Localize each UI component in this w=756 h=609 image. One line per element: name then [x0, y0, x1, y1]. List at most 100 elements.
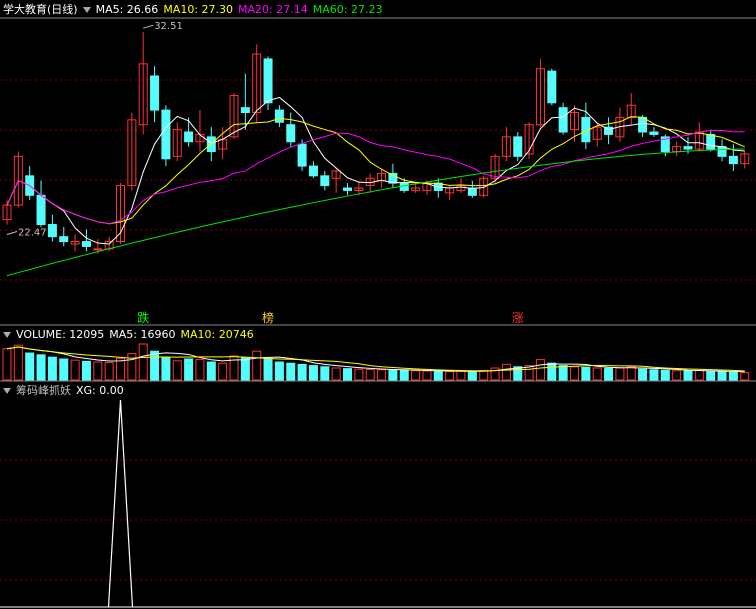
kline-chart[interactable]: 32.51 22.47 跌 榜 涨 [0, 0, 756, 609]
volume-bar [740, 372, 750, 381]
volume-bar [592, 367, 602, 381]
volume-bar [433, 370, 443, 381]
candle-body [274, 109, 284, 123]
volume-bar [558, 365, 568, 381]
volume-bar [694, 369, 704, 381]
collapse-triangle-icon[interactable] [82, 6, 91, 13]
candle-body [547, 70, 557, 104]
volume-bar [70, 359, 80, 381]
volume-bar [388, 369, 398, 381]
annotation-price: 22.47 [18, 228, 47, 239]
volume-bar [422, 370, 432, 381]
volume-bar [59, 358, 69, 381]
volume-bar [25, 352, 35, 381]
annotation-price: 32.51 [154, 21, 183, 32]
ma60-line [6, 148, 745, 277]
volume-bar [660, 369, 670, 381]
volume-bar [547, 362, 557, 381]
candle-body [558, 107, 568, 133]
volume-bar [581, 366, 591, 381]
volume-bar [411, 370, 421, 381]
candle-body [320, 175, 330, 187]
candle-body [343, 187, 352, 191]
candle-body [286, 124, 296, 143]
candle-body [683, 146, 693, 150]
volume-bar [331, 367, 341, 381]
candle-body [93, 248, 103, 251]
candle-body [513, 136, 523, 157]
volume-bar [206, 361, 216, 381]
volume-bar [456, 370, 466, 381]
volume-bar [104, 362, 114, 381]
volume-bar [150, 350, 160, 381]
candle-body [240, 107, 250, 114]
indicator-name: 筹码峰抓妖 [16, 384, 71, 397]
volume-bar [445, 371, 455, 381]
candle-body [649, 131, 659, 135]
ma10-line [6, 116, 745, 225]
volume-bar [717, 371, 727, 381]
volume-bar [161, 356, 171, 381]
annotation-arrow [143, 24, 154, 29]
volume-bar [638, 368, 648, 381]
volume-bar [706, 371, 716, 381]
ma20-line [6, 130, 745, 225]
candle-body [706, 133, 716, 150]
volume-bar [354, 368, 364, 381]
volume-bar [47, 356, 57, 381]
candle-body [717, 146, 727, 157]
volume-bar [172, 360, 182, 381]
candle-body [81, 241, 91, 247]
volume-header: VOLUME: 12095 MA5: 16960 MA10: 20746 [3, 328, 259, 342]
chart-title: 学大教育(日线) [3, 3, 78, 16]
volume-bar [626, 366, 636, 381]
volume-bar [672, 370, 682, 381]
volume-bar [467, 371, 477, 381]
volume-bar [81, 360, 91, 381]
volume-bar [365, 369, 375, 381]
volume-bar [184, 358, 194, 381]
volume-bar [252, 350, 262, 381]
volume-bar [615, 367, 625, 381]
volume-bar [501, 363, 511, 381]
candle-body [467, 187, 477, 196]
ma20-label: MA20: 27.14 [238, 3, 308, 16]
volume-bar [93, 361, 103, 381]
volume-bar [308, 365, 318, 381]
volume-bar [116, 357, 125, 381]
signal-marker: 榜 [262, 310, 274, 325]
candle-body [297, 143, 307, 167]
candle-body [36, 194, 46, 226]
volume-bar [343, 368, 352, 381]
volume-bar [286, 362, 296, 381]
indicator-header: 筹码峰抓妖 XG: 0.00 [3, 384, 129, 398]
volume-bar [570, 366, 579, 381]
ma10-label: MA10: 27.30 [163, 3, 234, 16]
price-header: 学大教育(日线) MA5: 26.66 MA10: 27.30 MA20: 27.14… [3, 3, 387, 17]
volume-bar [683, 370, 693, 381]
volume-bar [649, 369, 659, 381]
candle-body [728, 155, 738, 165]
volume-bar [399, 369, 409, 381]
volume-bar [479, 369, 489, 381]
volume-bar [138, 343, 148, 381]
signal-marker: 跌 [137, 310, 149, 325]
volume-bar [604, 367, 614, 381]
collapse-triangle-icon[interactable] [3, 387, 11, 394]
volume-bar [13, 344, 23, 381]
ma5-label: MA5: 26.66 [95, 3, 159, 16]
candle-body [161, 109, 171, 160]
candle-body [59, 236, 69, 243]
ma60-label: MA60: 27.23 [312, 3, 383, 16]
volume-bar [2, 348, 12, 381]
candle-body [47, 224, 57, 238]
candle-body [308, 165, 318, 177]
volume-bar [297, 363, 307, 381]
xg-spike-line [107, 399, 134, 608]
volume-bar [36, 354, 46, 381]
collapse-triangle-icon[interactable] [3, 331, 11, 338]
volume-bar [377, 369, 387, 381]
volume-bar [728, 371, 738, 381]
volume-ma5-line [6, 346, 745, 373]
signal-marker: 涨 [512, 310, 524, 325]
